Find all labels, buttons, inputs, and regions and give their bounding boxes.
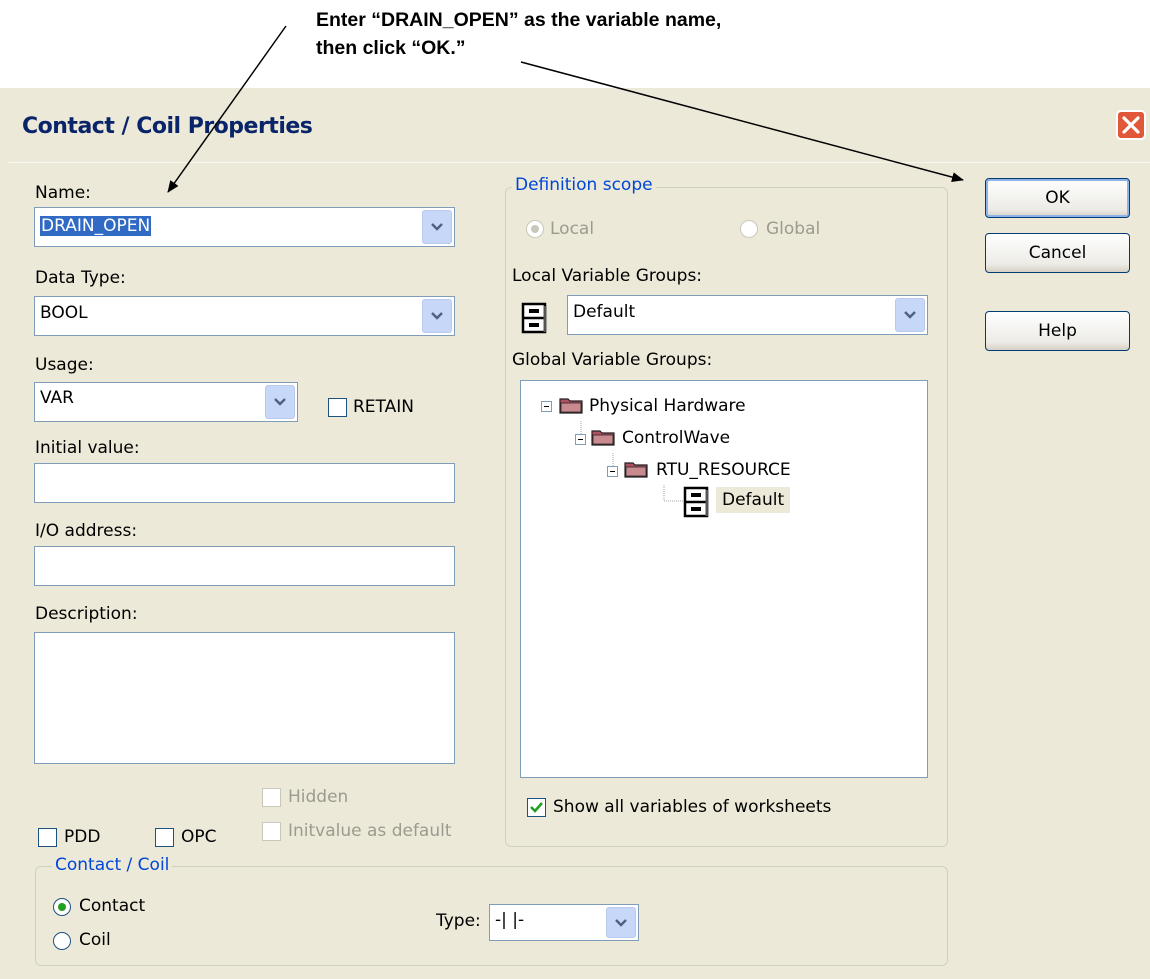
io-address-input[interactable] xyxy=(34,546,455,586)
io-address-label: I/O address: xyxy=(35,521,138,541)
show-all-variables-checkbox[interactable] xyxy=(527,798,546,817)
name-dropdown-button[interactable] xyxy=(422,210,452,244)
chevron-down-icon xyxy=(904,311,916,319)
opc-checkbox[interactable] xyxy=(155,828,174,847)
chevron-down-icon xyxy=(431,312,443,320)
chevron-down-icon xyxy=(431,223,443,231)
type-combobox[interactable]: -| |- xyxy=(489,904,639,941)
close-button[interactable] xyxy=(1116,110,1146,140)
pdd-checkbox[interactable] xyxy=(38,828,57,847)
cabinet-icon xyxy=(683,486,709,518)
pdd-label: PDD xyxy=(64,827,101,847)
type-value: -| |- xyxy=(495,910,525,930)
coil-radio-label: Coil xyxy=(79,930,111,950)
contact-radio[interactable] xyxy=(53,898,71,916)
global-radio-label: Global xyxy=(766,219,821,239)
ok-button[interactable]: OK xyxy=(985,178,1130,218)
tree-node-physical-hardware[interactable]: Physical Hardware xyxy=(589,396,746,416)
chevron-down-icon xyxy=(615,918,627,927)
tree-expander-controlwave[interactable] xyxy=(575,434,586,445)
datatype-dropdown-button[interactable] xyxy=(422,299,452,333)
initvalue-default-checkbox[interactable] xyxy=(262,822,281,841)
datatype-value: BOOL xyxy=(40,303,88,323)
cabinet-icon xyxy=(521,302,547,334)
datatype-label: Data Type: xyxy=(35,268,126,288)
local-groups-combobox[interactable]: Default xyxy=(567,295,928,335)
coil-radio[interactable] xyxy=(53,932,71,950)
dialog-title: Contact / Coil Properties xyxy=(22,114,313,139)
title-bar: Contact / Coil Properties xyxy=(0,88,1150,162)
opc-label: OPC xyxy=(181,827,217,847)
contact-radio-label: Contact xyxy=(79,896,146,916)
annotation-line-2: then click “OK.” xyxy=(316,37,466,59)
initvalue-default-label: Initvalue as default xyxy=(288,821,452,841)
retain-label: RETAIN xyxy=(353,397,414,417)
usage-dropdown-button[interactable] xyxy=(265,385,295,419)
tree-node-default[interactable]: Default xyxy=(716,487,791,513)
contact-coil-label: Contact / Coil xyxy=(52,855,173,875)
chevron-down-icon xyxy=(274,398,286,406)
name-input-selected-text[interactable]: DRAIN_OPEN xyxy=(40,216,152,236)
folder-icon xyxy=(591,430,615,446)
local-groups-dropdown-button[interactable] xyxy=(895,298,925,332)
local-radio[interactable] xyxy=(526,220,544,238)
annotation-line-1: Enter “DRAIN_OPEN” as the variable name, xyxy=(316,9,722,31)
retain-checkbox[interactable] xyxy=(328,398,347,417)
help-button[interactable]: Help xyxy=(985,311,1130,351)
show-all-variables-label: Show all variables of worksheets xyxy=(553,797,832,817)
local-groups-value: Default xyxy=(573,302,636,322)
global-groups-label: Global Variable Groups: xyxy=(512,350,713,370)
definition-scope-label: Definition scope xyxy=(512,175,656,195)
usage-label: Usage: xyxy=(35,355,94,375)
hidden-checkbox[interactable] xyxy=(262,788,281,807)
tree-node-rtu-resource[interactable]: RTU_RESOURCE xyxy=(656,460,791,480)
local-radio-label: Local xyxy=(550,219,595,239)
title-divider xyxy=(8,162,1150,163)
initial-value-input[interactable] xyxy=(34,463,455,503)
global-groups-tree[interactable]: Physical Hardware ControlWave RTU_RESOUR… xyxy=(520,380,928,778)
tree-node-controlwave[interactable]: ControlWave xyxy=(622,428,730,448)
cancel-button[interactable]: Cancel xyxy=(985,233,1130,273)
local-groups-label: Local Variable Groups: xyxy=(512,266,703,286)
type-dropdown-button[interactable] xyxy=(606,907,636,938)
datatype-combobox[interactable]: BOOL xyxy=(34,296,455,336)
name-combobox[interactable]: DRAIN_OPEN xyxy=(34,207,455,247)
initial-value-label: Initial value: xyxy=(35,438,140,458)
tree-expander-rtu-resource[interactable] xyxy=(607,466,618,477)
name-label: Name: xyxy=(35,183,91,203)
folder-icon xyxy=(559,398,583,414)
checkmark-icon xyxy=(530,802,543,813)
description-label: Description: xyxy=(35,604,138,624)
hidden-label: Hidden xyxy=(288,787,349,807)
tree-expander-root[interactable] xyxy=(541,401,552,412)
type-label: Type: xyxy=(436,911,481,931)
folder-icon xyxy=(624,462,648,478)
global-radio[interactable] xyxy=(740,220,758,238)
usage-combobox[interactable]: VAR xyxy=(34,382,298,422)
description-textarea[interactable] xyxy=(34,632,455,764)
close-icon xyxy=(1122,116,1140,134)
usage-value: VAR xyxy=(40,388,74,408)
